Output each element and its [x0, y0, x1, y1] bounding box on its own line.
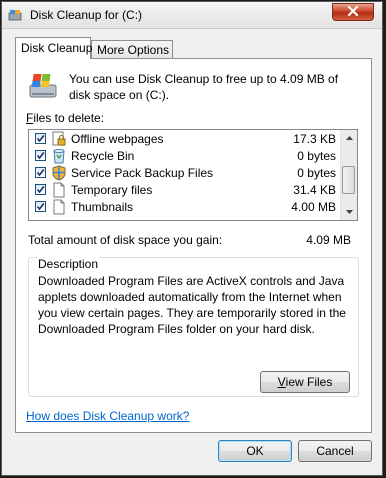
- file-category-name: Recycle Bin: [71, 149, 135, 163]
- file-category-size: 17.3 KB: [293, 132, 336, 146]
- disk-cleanup-app-icon: [8, 8, 22, 22]
- file-icon: [51, 182, 67, 198]
- scroll-up-arrow-icon[interactable]: [341, 130, 357, 146]
- checkbox[interactable]: [35, 167, 46, 178]
- intro-text: You can use Disk Cleanup to free up to 4…: [69, 72, 339, 102]
- file-category-size: 0 bytes: [297, 149, 336, 163]
- file-category-name: Temporary files: [71, 183, 153, 197]
- file-category-size: 0 bytes: [297, 166, 336, 180]
- close-icon: [347, 5, 359, 19]
- checkbox[interactable]: [35, 133, 46, 144]
- list-item[interactable]: Temporary files 31.4 KB: [29, 182, 342, 199]
- list-scrollbar[interactable]: [340, 130, 357, 220]
- shield-icon: [51, 165, 67, 181]
- close-button[interactable]: [332, 3, 374, 21]
- disk-cleanup-help-link[interactable]: How does Disk Cleanup work?: [26, 409, 189, 423]
- scrollbar-thumb[interactable]: [342, 166, 355, 194]
- window-title: Disk Cleanup for (C:): [30, 8, 143, 22]
- files-to-delete-label: Files to delete:: [26, 111, 105, 125]
- file-category-size: 31.4 KB: [293, 183, 336, 197]
- title-bar[interactable]: Disk Cleanup for (C:): [2, 2, 382, 29]
- list-item[interactable]: Service Pack Backup Files 0 bytes: [29, 165, 342, 182]
- description-text: Downloaded Program Files are ActiveX con…: [38, 274, 346, 336]
- checkbox[interactable]: [35, 201, 46, 212]
- checkbox[interactable]: [35, 150, 46, 161]
- cancel-button[interactable]: Cancel: [298, 440, 372, 462]
- list-item[interactable]: Thumbnails 4.00 MB: [29, 199, 342, 216]
- files-list[interactable]: Offline webpages 17.3 KB Recycle Bin 0 b…: [28, 129, 358, 221]
- list-item[interactable]: Offline webpages 17.3 KB: [29, 131, 342, 148]
- file-icon: [51, 199, 67, 215]
- file-category-name: Offline webpages: [71, 132, 164, 146]
- scroll-down-arrow-icon[interactable]: [341, 204, 357, 220]
- description-legend: Description: [37, 257, 100, 271]
- disk-cleanup-icon: [26, 71, 60, 101]
- total-space-label: Total amount of disk space you gain:: [28, 233, 223, 247]
- disk-cleanup-panel: You can use Disk Cleanup to free up to 4…: [15, 58, 372, 433]
- tab-disk-cleanup[interactable]: Disk Cleanup: [15, 37, 92, 59]
- file-category-name: Thumbnails: [71, 200, 134, 214]
- tab-more-options[interactable]: More Options: [91, 40, 173, 59]
- ok-button[interactable]: OK: [218, 440, 292, 462]
- lock-page-icon: [51, 131, 67, 147]
- recycle-bin-icon: [51, 148, 67, 164]
- file-category-size: 4.00 MB: [291, 200, 336, 214]
- view-files-button[interactable]: View Files: [260, 371, 350, 393]
- total-space-value: 4.09 MB: [306, 233, 351, 247]
- file-category-name: Service Pack Backup Files: [71, 166, 214, 180]
- list-item[interactable]: Recycle Bin 0 bytes: [29, 148, 342, 165]
- checkbox[interactable]: [35, 184, 46, 195]
- disk-cleanup-window: Disk Cleanup for (C:) Disk Cleanup More …: [1, 1, 383, 476]
